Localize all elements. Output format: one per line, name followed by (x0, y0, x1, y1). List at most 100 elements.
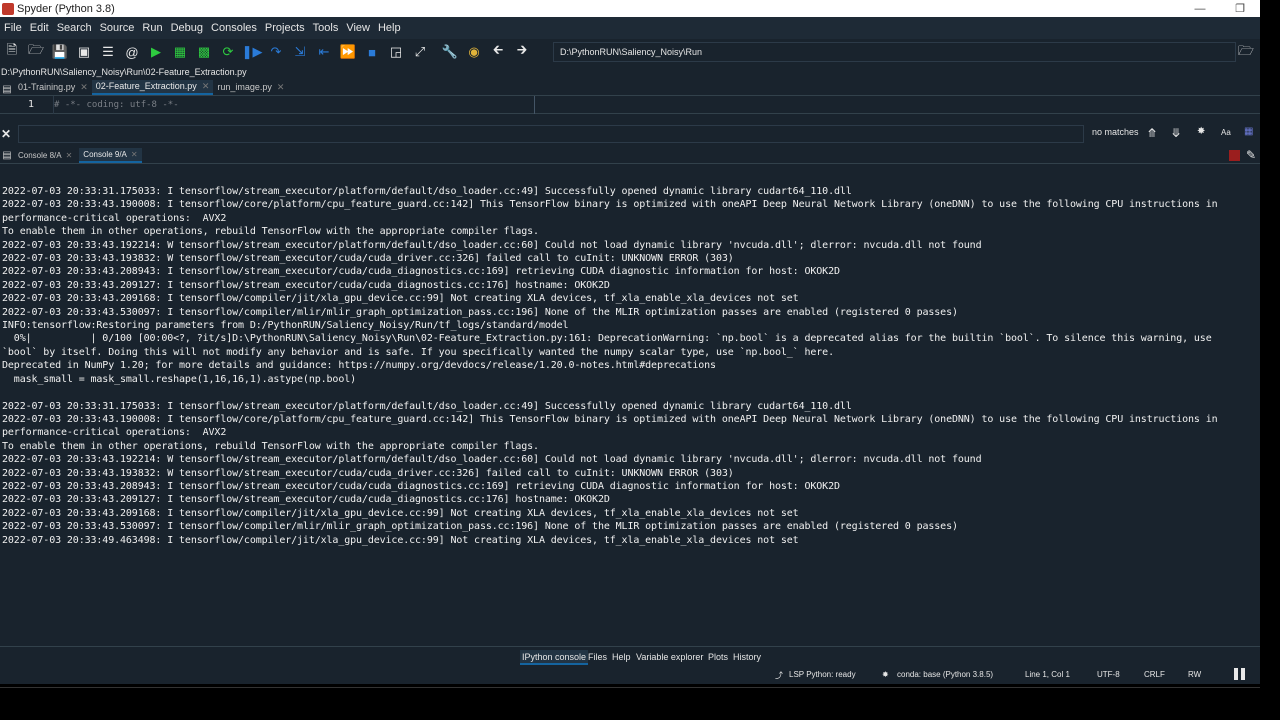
outline-icon[interactable]: ☰ (98, 42, 118, 62)
menu-run[interactable]: Run (138, 22, 166, 34)
divider (0, 687, 1260, 688)
edge-line (534, 96, 535, 114)
working-directory-input[interactable]: D:\PythonRUN\Saliency_Noisy\Run (553, 42, 1236, 62)
console-line: INFO:tensorflow:Restoring parameters fro… (2, 320, 569, 332)
forward-icon[interactable]: 🡲 (512, 42, 532, 62)
menu-debug[interactable]: Debug (167, 22, 207, 34)
screen-edge (1260, 0, 1280, 720)
console-line: 2022-07-03 20:33:43.193832: W tensorflow… (2, 253, 734, 265)
close-tab-icon[interactable]: ✕ (131, 147, 138, 162)
minimize-icon[interactable]: — (1180, 3, 1220, 15)
pause-icon[interactable] (1233, 667, 1247, 681)
spyder-window: Spyder (Python 3.8) — ❐ File Edit Search… (0, 0, 1260, 720)
tab-help[interactable]: Help (610, 650, 633, 665)
wrench-icon[interactable]: 🔧 (440, 42, 460, 62)
tab-label: Console 9/A (83, 149, 127, 159)
stop-icon[interactable]: ■ (362, 42, 382, 62)
tab-list-icon[interactable]: ▤ (0, 84, 14, 95)
find-bar: ✕ no matches ⤊ ⤋ ✸ Aa ▦ (0, 123, 1260, 145)
code-editor[interactable]: 1 # -*- coding: utf-8 -*- (0, 96, 1260, 114)
console-line: 2022-07-03 20:33:43.190008: I tensorflow… (2, 413, 1218, 425)
debug-continue-icon[interactable]: ⏩ (338, 42, 358, 62)
console-line: performance-critical operations: AVX2 (2, 427, 227, 439)
run-selection-icon[interactable]: ❚▶ (242, 42, 263, 62)
find-input[interactable] (18, 125, 1084, 143)
maximize-icon[interactable]: ◲ (386, 42, 406, 62)
debug-return-icon[interactable]: ⇤ (314, 42, 334, 62)
restore-icon[interactable]: ❐ (1220, 2, 1260, 15)
close-icon[interactable]: ✕ (1, 127, 11, 141)
console-line: 2022-07-03 20:33:49.463498: I tensorflow… (2, 534, 799, 546)
tab-label: Console 8/A (18, 150, 62, 160)
tab-files[interactable]: Files (586, 650, 609, 665)
console-line: 2022-07-03 20:33:43.209127: I tensorflow… (2, 279, 610, 291)
find-next-icon[interactable]: ⤋ (1171, 126, 1181, 140)
save-all-icon[interactable]: ▣ (74, 42, 94, 62)
tab-run-image[interactable]: run_image.py ✕ (213, 80, 288, 95)
tab-history[interactable]: History (731, 650, 763, 665)
menu-tools[interactable]: Tools (309, 22, 343, 34)
run-icon[interactable]: ▶ (146, 42, 166, 62)
menu-source[interactable]: Source (96, 22, 139, 34)
pane-tab-bar: IPython console Files Help Variable expl… (0, 646, 1260, 666)
case-sensitive-toggle[interactable]: Aa (1221, 128, 1231, 137)
close-tab-icon[interactable]: ✕ (80, 80, 88, 95)
close-tab-icon[interactable]: ✕ (202, 79, 210, 94)
editor-area[interactable] (0, 114, 1260, 123)
python-path-icon[interactable]: ◉ (464, 42, 484, 62)
console-line: 2022-07-03 20:33:43.530097: I tensorflow… (2, 306, 958, 318)
ipython-console-output[interactable]: 2022-07-03 20:33:31.175033: I tensorflow… (0, 183, 1260, 646)
menu-bar: File Edit Search Source Run Debug Consol… (0, 17, 1260, 39)
find-previous-icon[interactable]: ⤊ (1147, 126, 1157, 140)
clear-console-icon[interactable]: ✎ (1246, 148, 1256, 162)
cursor-position: Line 1, Col 1 (1025, 670, 1070, 679)
fullscreen-icon[interactable]: ⤢ (410, 42, 430, 62)
menu-help[interactable]: Help (374, 22, 405, 34)
menu-file[interactable]: File (0, 22, 26, 34)
tab-02-feature-extraction[interactable]: 02-Feature_Extraction.py ✕ (91, 79, 214, 95)
debug-into-icon[interactable]: ⇲ (290, 42, 310, 62)
tab-console-8[interactable]: Console 8/A ✕ (14, 148, 76, 163)
conda-icon: ✸ (882, 670, 889, 679)
run-cell-icon[interactable]: ▦ (170, 42, 190, 62)
tab-ipython-console[interactable]: IPython console (520, 650, 589, 665)
close-tab-icon[interactable]: ✕ (277, 80, 285, 95)
menu-view[interactable]: View (342, 22, 374, 34)
regex-icon[interactable]: ✸ (1197, 126, 1205, 137)
editor-file-path: D:\PythonRUN\Saliency_Noisy\Run\02-Featu… (0, 65, 1260, 79)
whole-word-icon[interactable]: ▦ (1244, 126, 1253, 137)
at-icon[interactable]: @ (122, 42, 142, 62)
interrupt-kernel-icon[interactable] (1229, 150, 1240, 161)
lsp-status: LSP Python: ready (789, 670, 856, 679)
console-tab-list-icon[interactable]: ▤ (0, 150, 14, 161)
run-cell-advance-icon[interactable]: ▩ (194, 42, 214, 62)
menu-edit[interactable]: Edit (26, 22, 53, 34)
line-endings: CRLF (1144, 670, 1165, 679)
debug-step-icon[interactable]: ↷ (266, 42, 286, 62)
console-line: To enable them in other operations, rebu… (2, 226, 539, 238)
menu-search[interactable]: Search (53, 22, 96, 34)
open-folder-icon[interactable]: 🗁 (26, 42, 46, 62)
tab-label: 02-Feature_Extraction.py (95, 81, 197, 91)
tab-plots[interactable]: Plots (706, 650, 730, 665)
tab-01-training[interactable]: 01-Training.py ✕ (14, 80, 92, 95)
menu-consoles[interactable]: Consoles (207, 22, 261, 34)
rerun-icon[interactable]: ⟳ (218, 42, 238, 62)
menu-projects[interactable]: Projects (261, 22, 309, 34)
console-line: performance-critical operations: AVX2 (2, 212, 227, 224)
new-file-icon[interactable]: 🗎 (2, 42, 22, 62)
close-tab-icon[interactable]: ✕ (66, 148, 73, 163)
tab-console-9[interactable]: Console 9/A ✕ (79, 147, 142, 163)
gutter-divider (53, 96, 54, 114)
console-line: 2022-07-03 20:33:43.208943: I tensorflow… (2, 266, 840, 278)
spyder-logo-icon (2, 2, 14, 15)
title-bar: Spyder (Python 3.8) — ❐ (0, 0, 1260, 17)
taskbar-area (0, 684, 1260, 720)
editor-tab-bar: ▤ 01-Training.py ✕ 02-Feature_Extraction… (0, 79, 1260, 96)
browse-folder-icon[interactable]: 🗁 (1238, 42, 1254, 64)
save-icon[interactable]: 💾 (50, 42, 70, 62)
console-line: 2022-07-03 20:33:43.192214: W tensorflow… (2, 454, 982, 466)
code-line[interactable]: # -*- coding: utf-8 -*- (40, 100, 179, 110)
back-icon[interactable]: 🡰 (488, 42, 508, 62)
tab-variable-explorer[interactable]: Variable explorer (634, 650, 705, 665)
